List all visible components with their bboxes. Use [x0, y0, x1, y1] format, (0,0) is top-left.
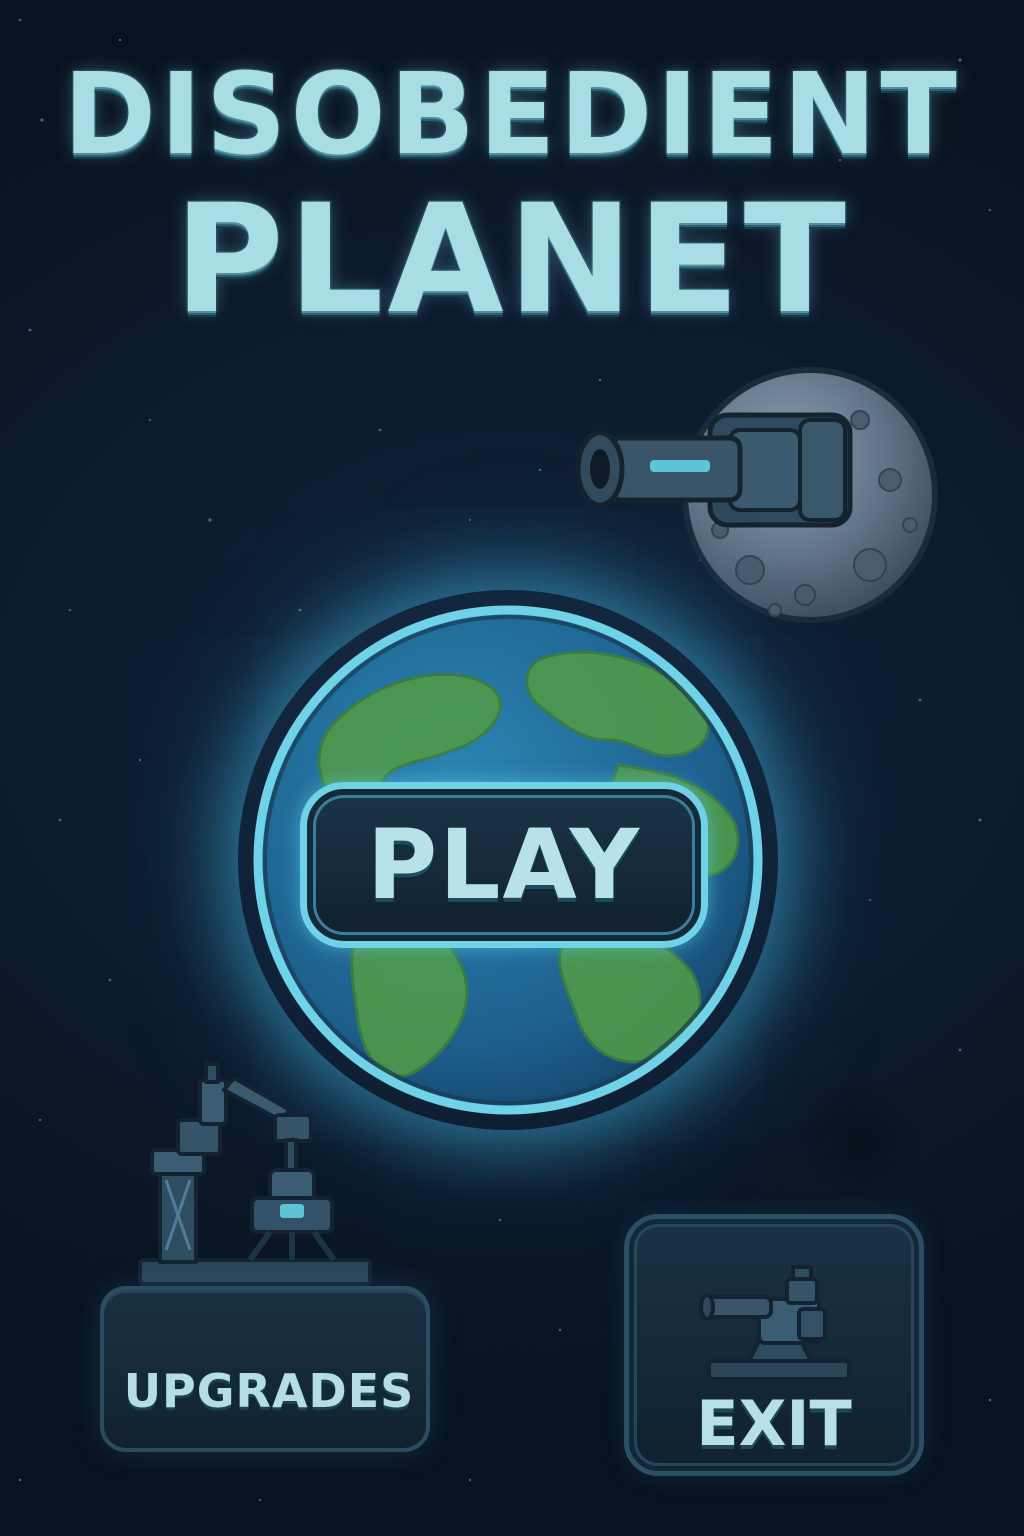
exit-label: EXIT	[695, 1386, 853, 1461]
turret-icon	[699, 1265, 851, 1381]
black-hole-decoration	[800, 1080, 920, 1200]
play-button[interactable]: PLAY	[300, 782, 708, 948]
robot-factory-icon	[138, 1062, 372, 1286]
exit-button[interactable]: EXIT	[624, 1214, 924, 1476]
upgrades-label: UPGRADES	[123, 1363, 415, 1419]
game-title-line1: DISOBEDIENT	[62, 50, 961, 180]
upgrades-button[interactable]: UPGRADES	[100, 1286, 430, 1452]
main-menu-screen: DISOBEDIENT PLANET PLAY UPGRADES EXIT	[0, 0, 1024, 1536]
game-title-line2: PLANET	[173, 173, 850, 347]
play-label: PLAY	[366, 808, 642, 922]
